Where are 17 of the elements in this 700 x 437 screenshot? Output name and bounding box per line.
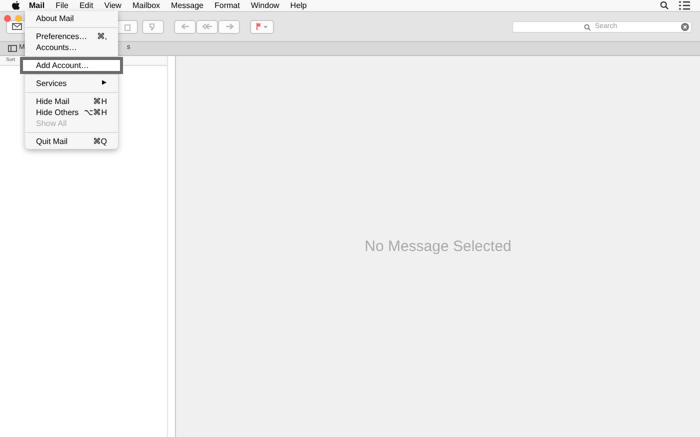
menu-bar-item[interactable]: Mail	[29, 0, 45, 12]
menu-bar-item[interactable]: View	[104, 0, 122, 12]
menu-bar-item[interactable]: File	[56, 0, 68, 12]
menu-bar-item[interactable]: Help	[290, 0, 307, 12]
menu-item[interactable]: Add Account…	[23, 60, 120, 71]
menu-bar-item[interactable]: Format	[214, 0, 240, 12]
menu-bar-item[interactable]: Window	[250, 0, 280, 12]
menu-bar-item[interactable]: Mailbox	[132, 0, 160, 12]
menu-item[interactable]: About Mail	[25, 13, 118, 24]
menu-item[interactable]: Quit Mail ⌘Q	[25, 136, 118, 147]
empty-message: No Message Selected	[364, 237, 512, 258]
menu-item[interactable]: Hide Others ⌥⌘H	[25, 107, 118, 118]
menu-bar-item[interactable]: Edit	[79, 0, 94, 12]
menu-bar-item[interactable]: Message	[171, 0, 204, 12]
menu-item[interactable]: Accounts…	[25, 42, 118, 53]
menu-item[interactable]: Preferences… ⌘,	[25, 31, 118, 42]
menu-item[interactable]: Hide Mail ⌘H	[25, 96, 118, 107]
